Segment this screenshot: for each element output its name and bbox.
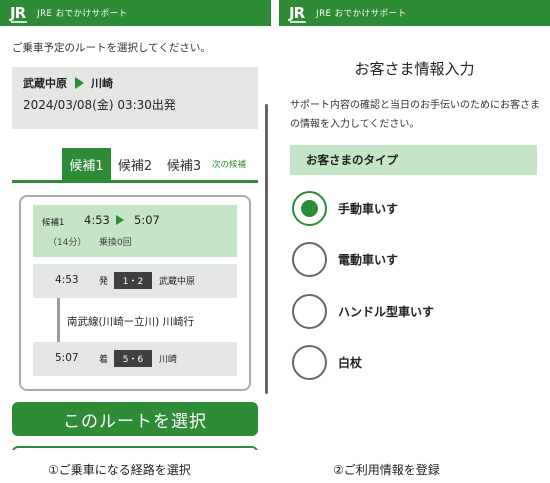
tab-candidate-2[interactable]: 候補2 — [113, 148, 157, 180]
option-manual-wheelchair[interactable]: 手動車いす — [292, 188, 537, 228]
option-white-cane[interactable]: 白杖 — [292, 342, 537, 382]
customer-info-screen: JR JRE おでかけサポート お客さま情報入力 サポート内容の確認と当日のお手… — [279, 0, 550, 398]
candidate-summary: 候補1 4:53 5:07 （14分） 乗換0回 — [33, 205, 237, 257]
arrow-right-icon — [116, 215, 124, 225]
platform-badge: 5・6 — [114, 350, 152, 367]
stop-station: 武蔵中原 — [159, 277, 196, 287]
candidate-arrive-time: 5:07 — [134, 213, 160, 227]
candidate-transfers: 乗換0回 — [99, 238, 132, 248]
stop-tag: 着 — [99, 355, 109, 365]
arrival-stop: 5:07 着 5・6 川崎 — [33, 342, 237, 376]
route-instruction: ご乗車予定のルートを選択してください。 — [12, 42, 211, 54]
route-from-to: 武蔵中原 川崎 — [23, 75, 113, 91]
option-label: 手動車いす — [338, 201, 399, 216]
line-segment — [57, 298, 60, 342]
customer-type-header: お客さまのタイプ — [290, 145, 537, 175]
origin-station: 武蔵中原 — [23, 77, 67, 90]
route-detail-card: 候補1 4:53 5:07 （14分） 乗換0回 4:53 発 1・2 武蔵中原… — [19, 195, 251, 391]
tab-candidate-1[interactable]: 候補1 — [62, 148, 111, 180]
jr-logo: JR — [10, 3, 27, 23]
app-name: JRE おでかけサポート — [316, 9, 407, 19]
route-summary: 武蔵中原 川崎 2024/03/08(金) 03:30出発 — [12, 67, 258, 129]
caption-step-2: ②ご利用情報を登録 — [333, 463, 440, 477]
radio-button[interactable] — [292, 241, 327, 277]
page-description: サポート内容の確認と当日のお手伝いのためにお客さまの情報を入力してください。 — [290, 100, 540, 130]
departure-stop: 4:53 発 1・2 武蔵中原 — [33, 264, 237, 298]
option-label: 白杖 — [338, 355, 363, 370]
scrollbar[interactable] — [265, 104, 268, 394]
tab-candidate-3[interactable]: 候補3 — [161, 148, 207, 180]
option-handle-wheelchair[interactable]: ハンドル型車いす — [292, 291, 537, 331]
candidate-duration: （14分） — [48, 238, 87, 248]
page-title: お客さま情報入力 — [354, 60, 475, 78]
stop-time: 5:07 — [55, 352, 79, 364]
destination-station: 川崎 — [91, 77, 113, 90]
route-selection-screen: JR JRE おでかけサポート ご乗車予定のルートを選択してください。 武蔵中原… — [0, 0, 271, 450]
app-name: JRE おでかけサポート — [37, 9, 128, 19]
stop-tag: 発 — [99, 277, 109, 287]
candidate-depart-time: 4:53 — [84, 213, 110, 227]
select-route-button[interactable]: このルートを選択 — [12, 402, 258, 436]
radio-button[interactable] — [292, 190, 327, 226]
radio-button[interactable] — [292, 293, 327, 329]
departure-datetime: 2024/03/08(金) 03:30出発 — [23, 98, 176, 112]
app-header: JR JRE おでかけサポート — [279, 0, 550, 26]
platform-badge: 1・2 — [114, 272, 152, 289]
stop-station: 川崎 — [159, 355, 178, 365]
candidate-label: 候補1 — [42, 218, 65, 228]
radio-button[interactable] — [292, 344, 327, 380]
option-electric-wheelchair[interactable]: 電動車いす — [292, 239, 537, 279]
stop-time: 4:53 — [55, 274, 79, 286]
jr-logo: JR — [289, 3, 306, 23]
option-label: ハンドル型車いす — [338, 304, 435, 319]
candidate-tabs: 候補1 候補2 候補3 次の候補 — [12, 148, 258, 183]
option-label: 電動車いす — [338, 252, 399, 267]
next-candidates-link[interactable]: 次の候補 — [212, 148, 246, 180]
secondary-button[interactable] — [12, 446, 258, 450]
app-header: JR JRE おでかけサポート — [0, 0, 271, 26]
line-name: 南武線(川崎ー立川) 川崎行 — [67, 316, 195, 328]
caption-step-1: ①ご乗車になる経路を選択 — [48, 463, 191, 477]
arrow-right-icon — [75, 77, 84, 89]
